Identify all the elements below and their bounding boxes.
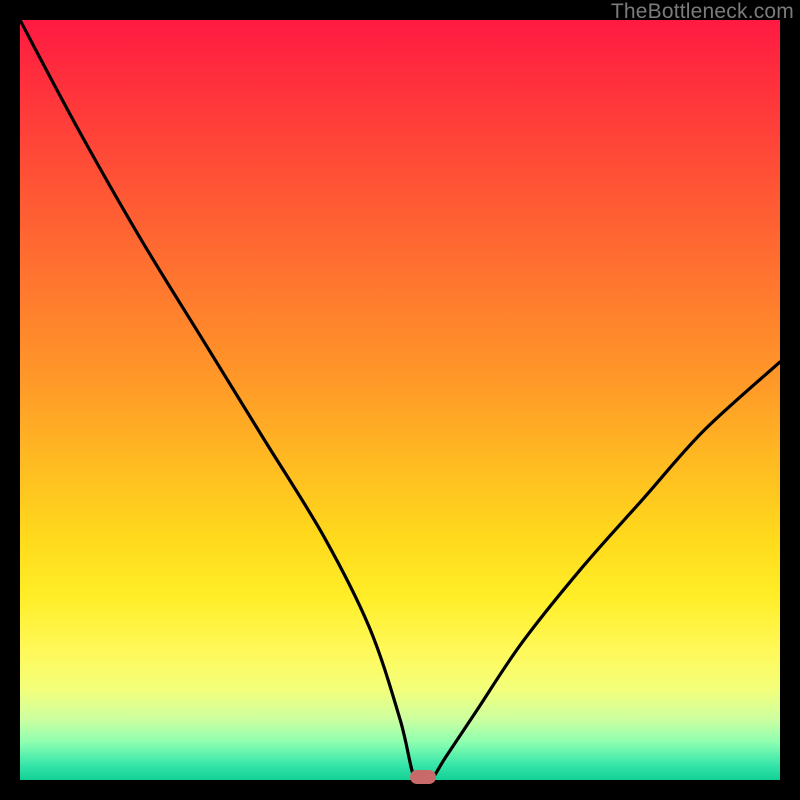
chart-frame: TheBottleneck.com <box>0 0 800 800</box>
watermark-text: TheBottleneck.com <box>611 0 794 24</box>
bottleneck-curve <box>20 20 780 780</box>
chart-plot-area <box>20 20 780 780</box>
bottleneck-marker <box>410 770 436 784</box>
